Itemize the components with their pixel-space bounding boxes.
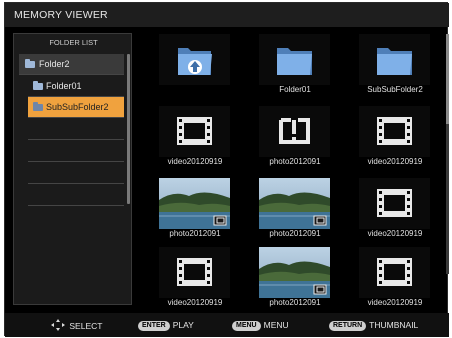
video-icon	[359, 247, 430, 298]
photo-error-icon	[259, 106, 330, 157]
grid-scrollbar-thumb[interactable]	[446, 34, 449, 124]
memory-viewer-screen: MEMORY VIEWER FOLDER LIST Folder2 Folder…	[4, 2, 449, 337]
photo-thumbnail[interactable]: photo2012091	[145, 173, 245, 243]
enter-action-label: PLAY	[172, 320, 194, 330]
menu-key: MENU	[232, 321, 261, 331]
video-thumbnail[interactable]: video20120919	[145, 242, 245, 312]
video-thumbnail[interactable]: video20120919	[345, 242, 445, 312]
folder-icon	[25, 59, 35, 68]
folder-icon	[359, 34, 430, 85]
folder-list-item-label: Folder01	[46, 81, 82, 91]
enter-hint: ENTER PLAY	[138, 319, 194, 331]
dpad-icon	[51, 319, 65, 331]
folder-list-scrollbar[interactable]	[127, 54, 130, 204]
folder-list-item-folder2[interactable]: Folder2	[19, 54, 124, 75]
menu-hint: MENU MENU	[232, 319, 289, 331]
folder-list-item-label: Folder2	[39, 59, 70, 69]
thumbnail-caption: Folder01	[279, 85, 311, 94]
thumbnail-caption: photo2012091	[269, 298, 321, 307]
folder-thumbnail[interactable]: Folder01	[245, 29, 345, 99]
video-thumbnail[interactable]: video20120919	[145, 101, 245, 171]
thumbnail-caption: photo2012091	[269, 157, 321, 166]
photo-icon	[159, 178, 230, 229]
thumbnail-caption: video20120919	[167, 157, 223, 166]
return-hint: RETURN THUMBNAIL	[329, 319, 418, 331]
photo-thumbnail[interactable]: photo2012091	[245, 242, 345, 312]
thumbnail-caption: video20120919	[367, 157, 423, 166]
grid-scrollbar[interactable]	[446, 34, 449, 274]
thumbnail-caption: video20120919	[167, 298, 223, 307]
thumbnail-caption: video20120919	[367, 298, 423, 307]
enter-key: ENTER	[138, 321, 170, 331]
folder-thumbnail[interactable]: SubSubFolder2	[345, 29, 445, 99]
folder-icon	[259, 34, 330, 85]
video-thumbnail[interactable]: video20120919	[345, 101, 445, 171]
folder-list-empty-row	[28, 119, 124, 140]
folder-list-empty-row	[28, 163, 124, 184]
folder-icon	[33, 102, 43, 111]
select-label: SELECT	[69, 321, 103, 331]
folder-icon	[33, 81, 43, 90]
return-action-label: THUMBNAIL	[369, 320, 419, 330]
return-key: RETURN	[329, 321, 367, 331]
video-thumbnail[interactable]: video20120919	[345, 173, 445, 243]
photo-thumbnail[interactable]: photo2012091	[245, 101, 345, 171]
video-icon	[159, 247, 230, 298]
folder-list-empty-row	[28, 185, 124, 206]
video-icon	[359, 106, 430, 157]
video-icon	[359, 178, 430, 229]
folder-list-item-subsubfolder2[interactable]: SubSubFolder2	[28, 97, 124, 118]
folder-list-empty-row	[28, 141, 124, 162]
photo-thumbnail[interactable]: photo2012091	[245, 173, 345, 243]
thumbnail-grid: Folder01 SubSubFolder2 video20120919 photo2…	[145, 29, 440, 311]
menu-action-label: MENU	[263, 320, 289, 330]
control-bar: SELECT ENTER PLAY MENU MENU RETURN THUMBNAI…	[5, 313, 449, 337]
photo-icon	[259, 178, 330, 229]
folder-thumbnail[interactable]	[145, 29, 245, 99]
folder-list-item-folder01[interactable]: Folder01	[28, 76, 124, 97]
folder-list-title: FOLDER LIST	[49, 38, 98, 47]
photo-icon	[259, 247, 330, 298]
thumbnail-caption: SubSubFolder2	[367, 85, 423, 94]
folder-list-panel: FOLDER LIST Folder2 Folder01 SubSubFolde…	[13, 33, 132, 305]
thumbnail-caption: photo2012091	[269, 229, 321, 238]
up-folder-icon	[159, 34, 230, 85]
window-title: MEMORY VIEWER	[5, 3, 449, 27]
video-icon	[159, 106, 230, 157]
thumbnail-caption: video20120919	[367, 229, 423, 238]
thumbnail-caption: photo2012091	[169, 229, 221, 238]
folder-list-item-label: SubSubFolder2	[46, 102, 109, 112]
select-hint: SELECT	[49, 319, 102, 331]
